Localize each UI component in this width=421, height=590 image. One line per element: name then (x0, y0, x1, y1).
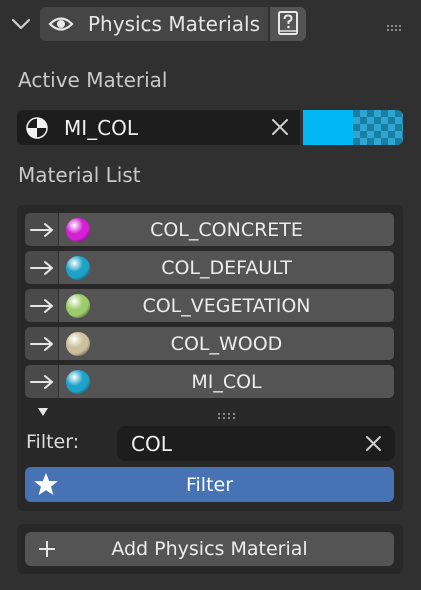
active-material-field[interactable]: MI_COL (17, 110, 300, 145)
material-row-button[interactable]: COL_WOOD (59, 327, 394, 360)
filter-value: COL (131, 431, 172, 456)
material-list-row[interactable]: COL_DEFAULT (25, 251, 394, 284)
material-list-row[interactable]: COL_WOOD (25, 327, 394, 360)
material-list-row[interactable]: COL_CONCRETE (25, 213, 394, 246)
filter-label: Filter: (26, 431, 80, 453)
add-material-panel: Add Physics Material (17, 524, 403, 574)
material-row-name: MI_COL (191, 370, 262, 393)
material-row-button[interactable]: COL_DEFAULT (59, 251, 394, 284)
material-row-button[interactable]: COL_VEGETATION (59, 289, 394, 322)
material-preview-sphere-icon (66, 218, 90, 242)
add-physics-material-button[interactable]: Add Physics Material (25, 532, 394, 566)
filter-input[interactable]: COL (117, 426, 395, 461)
material-list-row[interactable]: COL_VEGETATION (25, 289, 394, 322)
close-icon[interactable] (364, 434, 383, 453)
filter-button[interactable]: Filter (25, 467, 394, 502)
swatch-solid-color (303, 110, 353, 145)
active-material-name: MI_COL (64, 115, 139, 140)
material-row-button[interactable]: COL_CONCRETE (59, 213, 394, 246)
collapse-chevron-down-icon[interactable] (10, 13, 32, 35)
material-shader-icon (26, 116, 48, 139)
material-list-panel: COL_CONCRETE COL_DEFAULT COL_VEGETATION COL… (17, 205, 403, 511)
material-preview-sphere-icon (66, 256, 90, 280)
arrow-right-icon[interactable] (25, 251, 59, 284)
arrow-right-icon[interactable] (25, 289, 59, 322)
arrow-right-icon[interactable] (25, 327, 59, 360)
material-row-button[interactable]: MI_COL (59, 365, 394, 398)
help-book-icon[interactable] (270, 7, 306, 41)
material-list-row[interactable]: MI_COL (25, 365, 394, 398)
material-row-name: COL_WOOD (170, 332, 283, 355)
arrow-right-icon[interactable] (25, 213, 59, 246)
material-row-name: COL_DEFAULT (161, 256, 292, 279)
close-icon[interactable] (270, 117, 290, 137)
grip-dots-icon[interactable] (386, 18, 402, 31)
star-icon (33, 472, 59, 497)
material-row-name: COL_CONCRETE (150, 218, 303, 241)
material-list-label: Material List (18, 163, 141, 187)
plus-icon (38, 540, 56, 558)
material-preview-sphere-icon (66, 370, 90, 394)
eye-icon[interactable] (48, 14, 74, 34)
panel-header[interactable]: Physics Materials (40, 7, 268, 41)
expand-triangle-icon[interactable] (36, 403, 50, 416)
material-preview-sphere-icon (66, 294, 90, 318)
filter-button-label: Filter (185, 473, 234, 496)
active-material-label: Active Material (18, 68, 168, 92)
list-resize-grip-icon[interactable] (216, 405, 238, 419)
add-physics-material-label: Add Physics Material (111, 538, 308, 560)
arrow-right-icon[interactable] (25, 365, 59, 398)
swatch-alpha-checker (353, 110, 403, 145)
material-row-name: COL_VEGETATION (142, 294, 311, 317)
material-preview-sphere-icon (66, 332, 90, 356)
panel-title: Physics Materials (88, 12, 260, 36)
material-color-swatch[interactable] (303, 110, 403, 145)
